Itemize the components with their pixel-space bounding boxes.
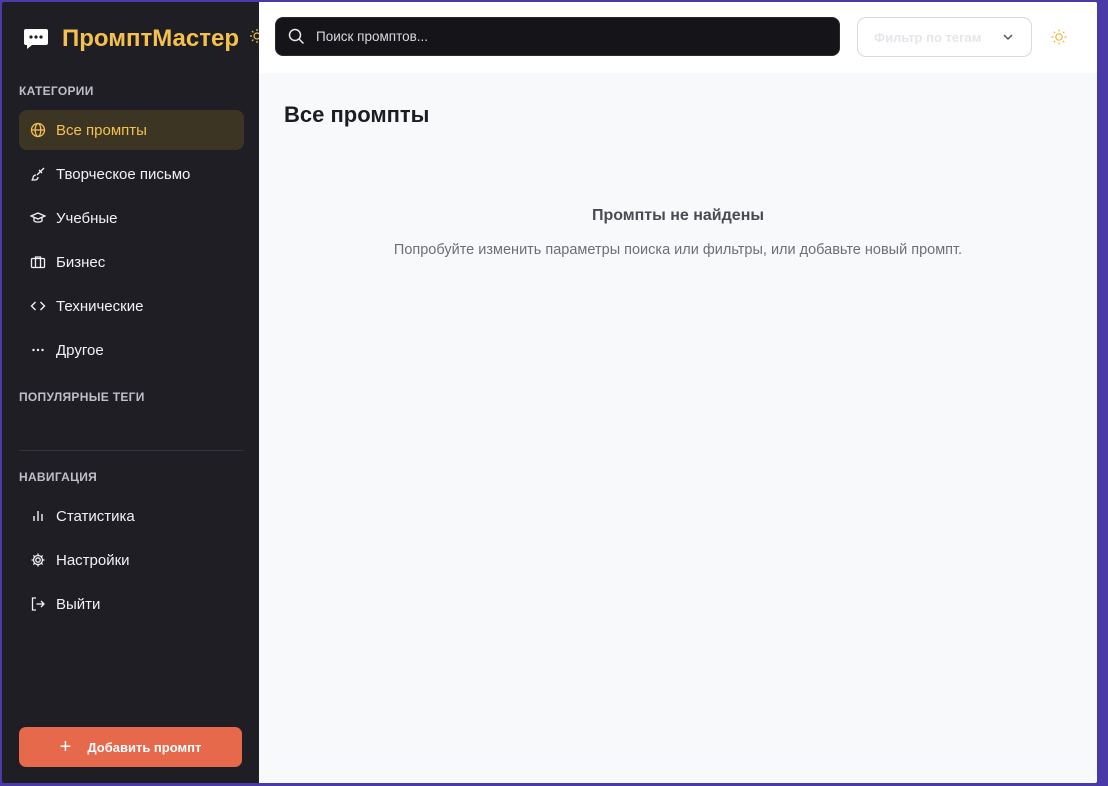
search-icon: [288, 28, 305, 45]
search-input[interactable]: [316, 29, 816, 44]
sidebar-item-educational[interactable]: Учебные: [19, 198, 244, 238]
sidebar-item-label: Технические: [56, 297, 144, 315]
sidebar-item-statistics[interactable]: Статистика: [19, 496, 244, 536]
graduation-cap-icon: [30, 210, 46, 226]
search-box[interactable]: [275, 17, 840, 56]
globe-icon: [30, 122, 46, 138]
sidebar-item-label: Все промпты: [56, 121, 147, 139]
tag-filter-label: Фильтр по тегам: [874, 29, 982, 45]
main-content: Фильтр по тегам Все промпты Промпты не н…: [259, 2, 1097, 783]
add-prompt-label: Добавить промпт: [87, 739, 202, 755]
sidebar-item-label: Бизнес: [56, 253, 106, 271]
add-prompt-button[interactable]: + Добавить промпт: [19, 727, 242, 767]
plus-icon: +: [59, 736, 72, 758]
empty-state-title: Промпты не найдены: [591, 207, 765, 224]
logout-icon: [30, 596, 46, 612]
bar-chart-icon: [30, 508, 46, 524]
brush-icon: [30, 166, 46, 182]
sidebar-item-settings[interactable]: Настройки: [19, 540, 244, 580]
app-window: ПромптМастер КАТЕГОРИИ Все промпты Творч…: [2, 2, 1097, 783]
sidebar-item-business[interactable]: Бизнес: [19, 242, 244, 282]
tag-filter-dropdown[interactable]: Фильтр по тегам: [857, 17, 1032, 57]
theme-toggle-sun-icon[interactable]: [1050, 28, 1068, 46]
sidebar-item-other[interactable]: Другое: [19, 330, 244, 370]
brand: ПромптМастер: [2, 2, 259, 76]
chat-bubble-icon: [24, 29, 48, 49]
more-icon: [30, 342, 46, 358]
sidebar-item-label: Творческое письмо: [56, 165, 191, 183]
empty-state-text: Попробуйте изменить параметры поиска или…: [393, 242, 963, 258]
page-title: Все промпты: [284, 102, 430, 127]
gear-icon: [30, 552, 46, 568]
sidebar: ПромптМастер КАТЕГОРИИ Все промпты Творч…: [2, 2, 259, 783]
sidebar-item-creative-writing[interactable]: Творческое письмо: [19, 154, 244, 194]
sidebar-item-label: Выйти: [56, 595, 101, 613]
sidebar-item-logout[interactable]: Выйти: [19, 584, 244, 624]
sidebar-item-label: Настройки: [56, 551, 130, 569]
categories-heading: КАТЕГОРИИ: [19, 84, 94, 98]
popular-tags-heading: ПОПУЛЯРНЫЕ ТЕГИ: [19, 390, 145, 404]
top-bar: Фильтр по тегам: [259, 2, 1097, 73]
sidebar-divider: [19, 450, 244, 451]
navigation-heading: НАВИГАЦИЯ: [19, 470, 98, 484]
chevron-down-icon: [1003, 34, 1013, 41]
sidebar-item-label: Учебные: [56, 209, 118, 227]
briefcase-icon: [30, 254, 46, 270]
code-icon: [30, 298, 46, 314]
sidebar-item-technical[interactable]: Технические: [19, 286, 244, 326]
sidebar-item-all-prompts[interactable]: Все промпты: [19, 110, 244, 150]
sidebar-item-label: Другое: [56, 341, 104, 359]
sidebar-item-label: Статистика: [56, 507, 135, 525]
app-title: ПромптМастер: [62, 25, 239, 52]
